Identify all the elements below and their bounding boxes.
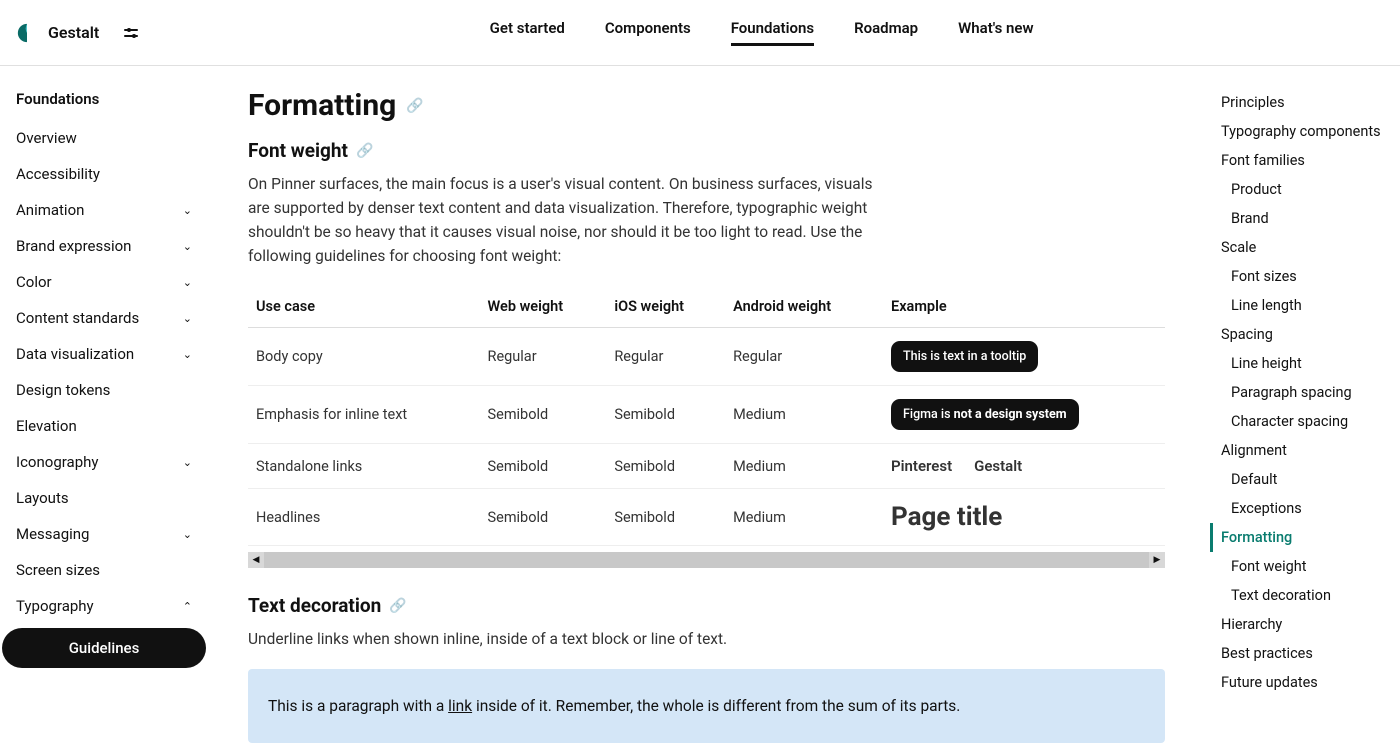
toc-font-sizes[interactable]: Font sizes [1213,262,1392,291]
toc-principles[interactable]: Principles [1213,88,1392,117]
section-font-weight-body: On Pinner surfaces, the main focus is a … [248,172,888,268]
links-example: Pinterest Gestalt [891,457,1157,475]
toc-typography-components[interactable]: Typography components [1213,117,1392,146]
table-row: Emphasis for inline textSemiboldSemibold… [248,386,1165,444]
section-text-decoration-body: Underline links when shown inline, insid… [248,627,888,651]
table-row: Body copyRegularRegularRegularThis is te… [248,328,1165,386]
toc-default[interactable]: Default [1213,465,1392,494]
anchor-link-icon[interactable]: 🔗 [356,143,373,159]
inline-link[interactable]: link [448,697,472,715]
gestalt-logo-icon [16,22,38,44]
chevron-down-icon: ⌄ [183,204,192,217]
nav-roadmap[interactable]: Roadmap [854,19,918,46]
horizontal-scrollbar[interactable]: ◀ ▶ [248,552,1165,568]
settings-icon[interactable] [123,25,139,41]
sidebar-item-layouts[interactable]: Layouts [0,480,208,516]
chevron-down-icon: ⌄ [183,348,192,361]
standalone-link[interactable]: Pinterest [891,457,952,475]
toc-line-height[interactable]: Line height [1213,349,1392,378]
table-header: Web weight [480,286,607,328]
table-header: Example [883,286,1165,328]
toc-spacing[interactable]: Spacing [1213,320,1392,349]
sidebar: Foundations OverviewAccessibilityAnimati… [0,66,208,747]
chevron-down-icon: ⌄ [183,276,192,289]
table-row: Standalone linksSemiboldSemiboldMediumPi… [248,444,1165,489]
scroll-right-icon[interactable]: ▶ [1149,552,1165,568]
toc-scale[interactable]: Scale [1213,233,1392,262]
toc-character-spacing[interactable]: Character spacing [1213,407,1392,436]
headline-example: Page title [891,502,1157,532]
example-callout: This is a paragraph with a link inside o… [248,669,1165,743]
sidebar-item-accessibility[interactable]: Accessibility [0,156,208,192]
chevron-down-icon: ⌄ [183,240,192,253]
nav-foundations[interactable]: Foundations [731,19,814,46]
sidebar-item-animation[interactable]: Animation⌄ [0,192,208,228]
sidebar-item-messaging[interactable]: Messaging⌄ [0,516,208,552]
scroll-left-icon[interactable]: ◀ [248,552,264,568]
toc-exceptions[interactable]: Exceptions [1213,494,1392,523]
nav-components[interactable]: Components [605,19,691,46]
toc-hierarchy[interactable]: Hierarchy [1213,610,1392,639]
chevron-up-icon: ⌃ [183,600,192,613]
sidebar-item-typography[interactable]: Typography⌃ [0,588,208,624]
toc-brand[interactable]: Brand [1213,204,1392,233]
chevron-down-icon: ⌄ [183,528,192,541]
header: Gestalt Get started Components Foundations… [0,0,1400,66]
table-header: Use case [248,286,480,328]
brand[interactable]: Gestalt [16,22,99,44]
sidebar-heading: Foundations [0,84,208,120]
toc-font-families[interactable]: Font families [1213,146,1392,175]
sidebar-item-data-visualization[interactable]: Data visualization⌄ [0,336,208,372]
top-nav: Get started Components Foundations Roadmap W… [139,19,1384,46]
sidebar-item-guidelines[interactable]: Guidelines [2,628,206,668]
nav-get-started[interactable]: Get started [490,19,565,46]
table-header: iOS weight [606,286,725,328]
section-font-weight-title: Font weight 🔗 [248,139,1165,162]
brand-name: Gestalt [48,23,99,42]
toc-font-weight[interactable]: Font weight [1213,552,1392,581]
sidebar-item-overview[interactable]: Overview [0,120,208,156]
anchor-link-icon[interactable]: 🔗 [406,98,423,114]
sidebar-item-color[interactable]: Color⌄ [0,264,208,300]
page-title: Formatting 🔗 [248,88,1165,123]
tooltip-example: Figma is not a design system [891,399,1079,430]
toc-best-practices[interactable]: Best practices [1213,639,1392,668]
chevron-down-icon: ⌄ [183,456,192,469]
sidebar-item-content-standards[interactable]: Content standards⌄ [0,300,208,336]
nav-what's-new[interactable]: What's new [958,19,1033,46]
table-row: HeadlinesSemiboldSemiboldMediumPage titl… [248,489,1165,546]
toc-product[interactable]: Product [1213,175,1392,204]
scroll-track[interactable] [264,552,1149,568]
toc-formatting[interactable]: Formatting [1210,523,1392,552]
toc-line-length[interactable]: Line length [1213,291,1392,320]
chevron-down-icon: ⌄ [183,312,192,325]
sidebar-item-brand-expression[interactable]: Brand expression⌄ [0,228,208,264]
standalone-link[interactable]: Gestalt [974,457,1022,475]
main-content: Formatting 🔗 Font weight 🔗 On Pinner sur… [208,66,1205,747]
font-weight-table: Use caseWeb weightiOS weightAndroid weig… [248,286,1165,546]
sidebar-item-screen-sizes[interactable]: Screen sizes [0,552,208,588]
table-header: Android weight [725,286,883,328]
anchor-link-icon[interactable]: 🔗 [389,598,406,614]
toc-alignment[interactable]: Alignment [1213,436,1392,465]
section-text-decoration-title: Text decoration 🔗 [248,594,1165,617]
sidebar-item-iconography[interactable]: Iconography⌄ [0,444,208,480]
table-of-contents: PrinciplesTypography componentsFont fami… [1205,66,1400,747]
sidebar-item-design-tokens[interactable]: Design tokens [0,372,208,408]
toc-text-decoration[interactable]: Text decoration [1213,581,1392,610]
sidebar-item-elevation[interactable]: Elevation [0,408,208,444]
toc-paragraph-spacing[interactable]: Paragraph spacing [1213,378,1392,407]
tooltip-example: This is text in a tooltip [891,341,1038,372]
toc-future-updates[interactable]: Future updates [1213,668,1392,697]
